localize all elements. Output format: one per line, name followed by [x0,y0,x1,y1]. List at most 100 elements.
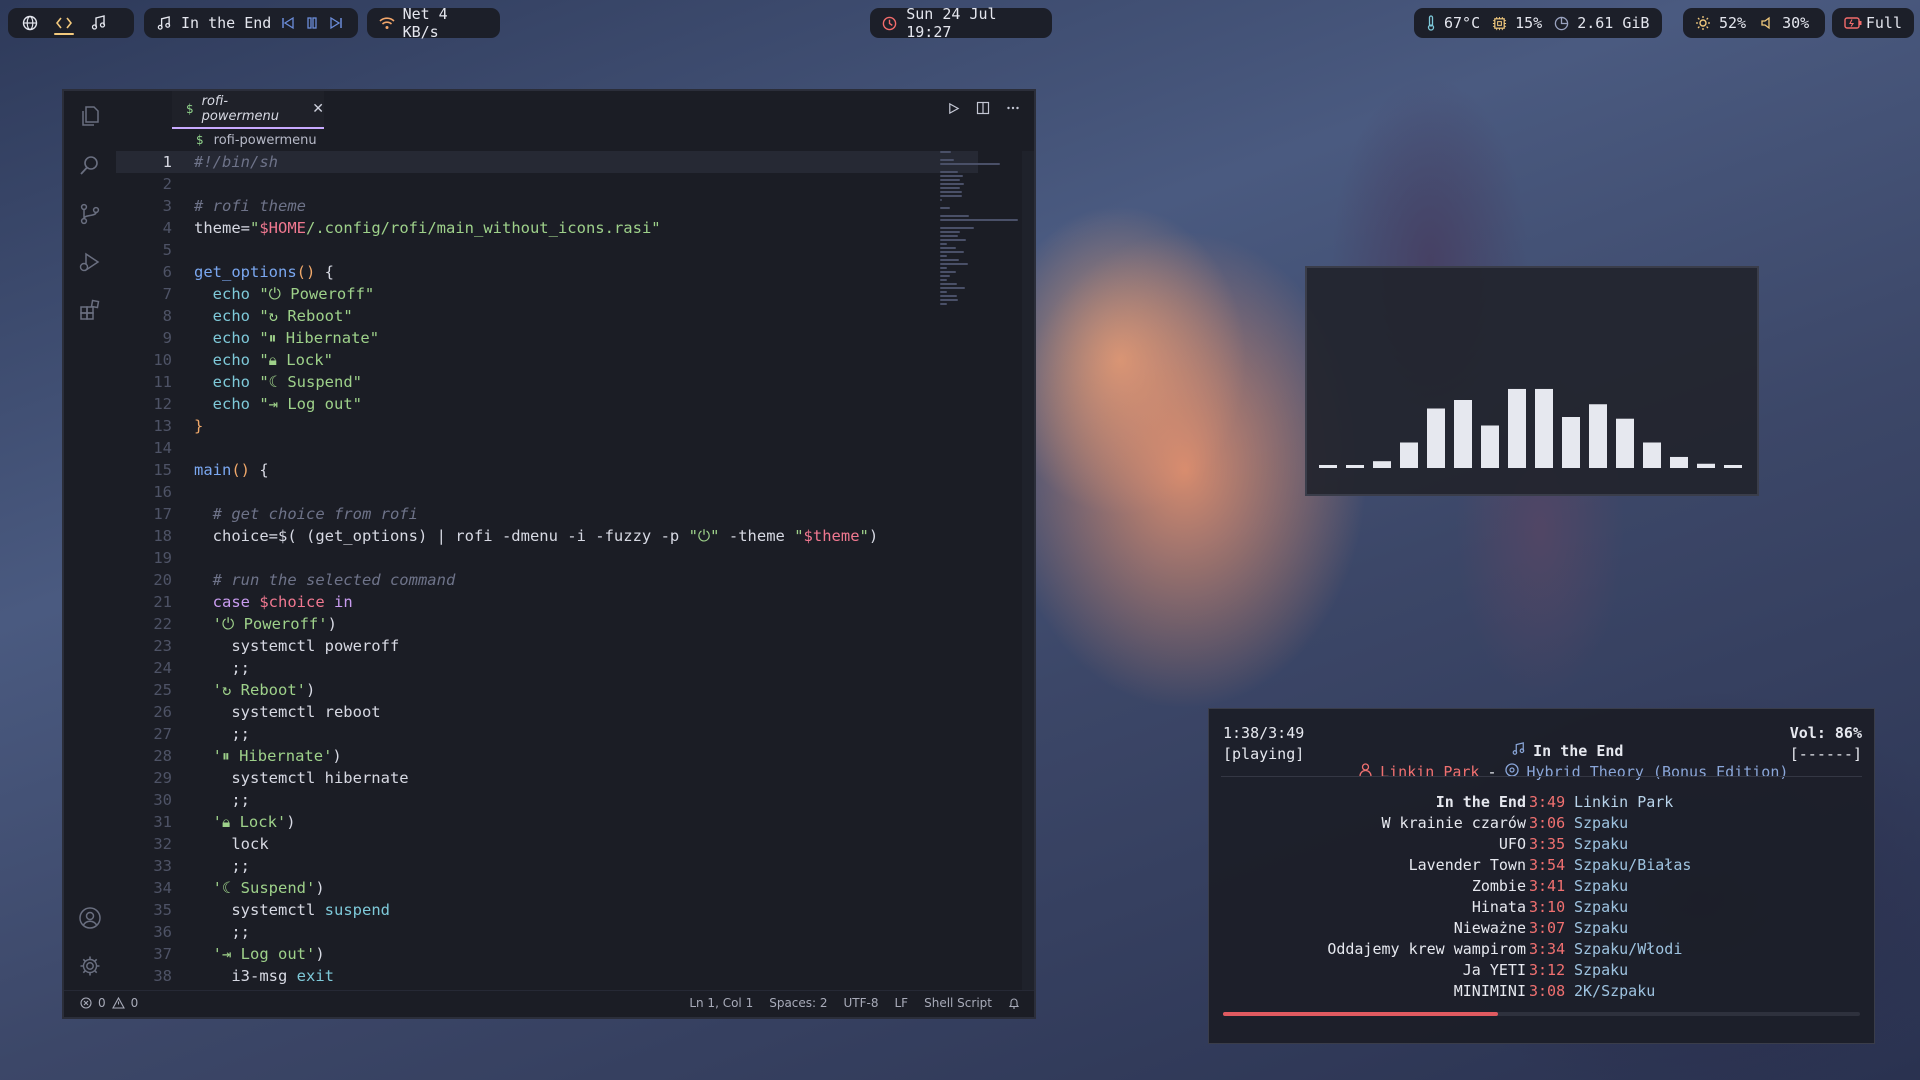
code-line[interactable]: 4 theme="$HOME/.config/rofi/main_without_… [116,217,986,239]
split-editor-icon[interactable] [976,101,990,115]
code-line[interactable]: 19 [116,547,986,569]
code-line[interactable]: 11 echo "☾ Suspend" [116,371,986,393]
track-artist: Szpaku [1574,898,1629,916]
playlist-item[interactable]: Oddajemy krew wampirom 3:34 Szpaku/Włodi [1209,940,1874,961]
run-debug-icon[interactable] [77,249,103,275]
track-duration: 3:35 [1529,835,1566,853]
line-number: 30 [153,791,172,809]
code-line[interactable]: 13} [116,415,986,437]
line-number: 15 [153,461,172,479]
search-icon[interactable] [77,152,103,178]
playlist-item[interactable]: In the End 3:49 Linkin Park [1209,793,1874,814]
language-mode[interactable]: Shell Script [924,996,992,1010]
workspace-1[interactable] [16,8,44,38]
playlist-item[interactable]: Ja YETI 3:12 Szpaku [1209,961,1874,982]
code-line[interactable]: 23 systemctl poweroff [116,635,986,657]
problems-indicator[interactable]: 0 0 [80,996,138,1010]
code-line[interactable]: 18 choice=$( (get_options) | rofi -dmenu… [116,525,986,547]
tab-rofi-powermenu[interactable]: $ rofi-powermenu ✕ [172,91,324,129]
code-line[interactable]: 27 ;; [116,723,986,745]
disc-icon [1504,763,1519,777]
network-pill: Net 4 KB/s [367,5,500,41]
code-line[interactable]: 30 ;; [116,789,986,811]
account-icon[interactable] [77,905,103,931]
code-line[interactable]: 10 echo "🔒︎ Lock" [116,349,986,371]
close-icon[interactable]: ✕ [312,101,324,117]
code-line[interactable]: 7 echo "⏻ Poweroff" [116,283,986,305]
playlist-item[interactable]: Hinata 3:10 Szpaku [1209,898,1874,919]
extensions-icon[interactable] [77,297,103,323]
breadcrumb[interactable]: $ rofi-powermenu [196,133,317,148]
gear-icon[interactable] [77,953,103,979]
code-line[interactable]: 1 #!/bin/sh [116,151,978,173]
indentation[interactable]: Spaces: 2 [769,996,827,1010]
encoding[interactable]: UTF-8 [844,996,879,1010]
code-line[interactable]: 16 [116,481,986,503]
track-title: Ja YETI [1462,961,1526,979]
volume-level[interactable]: 30% [1782,14,1809,32]
code-line[interactable]: 17 # get choice from rofi [116,503,986,525]
bell-icon[interactable] [1008,997,1020,1010]
playlist-item[interactable]: Nieważne 3:07 Szpaku [1209,919,1874,940]
vertical-scrollbar[interactable] [1022,151,1034,991]
previous-track-icon[interactable] [281,16,295,30]
end-of-line[interactable]: LF [895,996,909,1010]
code-line[interactable]: 8 echo "↻ Reboot" [116,305,986,327]
minimap-line [940,279,948,281]
code-line[interactable]: 3 # rofi theme [116,195,986,217]
code-line[interactable]: 26 systemctl reboot [116,701,986,723]
code-text: theme="$HOME/.config/rofi/main_without_i… [194,219,661,237]
code-line[interactable]: 33 ;; [116,855,986,877]
playlist-item[interactable]: W krainie czarów 3:06 Szpaku [1209,814,1874,835]
line-number: 7 [162,285,172,303]
code-line[interactable]: 6 get_options() { [116,261,986,283]
minimap[interactable] [940,151,1020,305]
code-line[interactable]: 38 i3-msg exit [116,965,986,987]
code-line[interactable]: 31 '🔒︎ Lock') [116,811,986,833]
code-text: systemctl hibernate [194,769,409,787]
brightness-level[interactable]: 52% [1719,14,1746,32]
code-line[interactable]: 36 ;; [116,921,986,943]
next-track-icon[interactable] [329,16,343,30]
run-icon[interactable] [947,101,960,115]
playlist-item[interactable]: UFO 3:35 Szpaku [1209,835,1874,856]
cpu-icon [1492,16,1507,31]
code-area[interactable]: 1 #!/bin/sh 2 3 # rofi theme 4 theme="$HOME/.c… [116,151,986,991]
code-line[interactable]: 24 ;; [116,657,986,679]
code-line[interactable]: 34 '☾ Suspend') [116,877,986,899]
code-line[interactable]: 22 '⏻ Poweroff') [116,613,986,635]
code-line[interactable]: 25 '↻ Reboot') [116,679,986,701]
code-line[interactable]: 37 '⇥ Log out') [116,943,986,965]
code-line[interactable]: 21 case $choice in [116,591,986,613]
code-line[interactable]: 5 [116,239,986,261]
explorer-icon[interactable] [77,103,103,129]
workspace-2[interactable] [50,8,78,38]
code-text: # run the selected command [194,571,456,589]
cursor-position[interactable]: Ln 1, Col 1 [689,996,753,1010]
playlist-item[interactable]: Lavender Town 3:54 Szpaku/Białas [1209,856,1874,877]
code-line[interactable]: 14 [116,437,986,459]
track-duration: 3:34 [1529,940,1566,958]
code-line[interactable]: 9 echo "⏸ Hibernate" [116,327,986,349]
track-artist: Szpaku [1574,814,1629,832]
playlist-item[interactable]: Zombie 3:41 Szpaku [1209,877,1874,898]
source-control-icon[interactable] [77,201,103,227]
code-line[interactable]: 12 echo "⇥ Log out" [116,393,986,415]
code-line[interactable]: 29 systemctl hibernate [116,767,986,789]
line-number: 26 [153,703,172,721]
line-number: 25 [153,681,172,699]
code-line[interactable]: 32 lock [116,833,986,855]
code-line[interactable]: 35 systemctl suspend [116,899,986,921]
playlist-item[interactable]: MINIMINI 3:08 2K/Szpaku [1209,982,1874,1003]
globe-icon [22,15,38,31]
code-text: ;; [194,923,250,941]
more-actions-icon[interactable] [1006,101,1020,115]
code-line[interactable]: 2 [116,173,986,195]
now-playing-title: In the End [181,14,272,32]
code-line[interactable]: 15 main() { [116,459,986,481]
code-line[interactable]: 20 # run the selected command [116,569,986,591]
pause-icon[interactable] [305,16,319,30]
code-text: systemctl reboot [194,703,381,721]
code-line[interactable]: 28 '⏸ Hibernate') [116,745,986,767]
workspace-3[interactable] [84,8,112,38]
